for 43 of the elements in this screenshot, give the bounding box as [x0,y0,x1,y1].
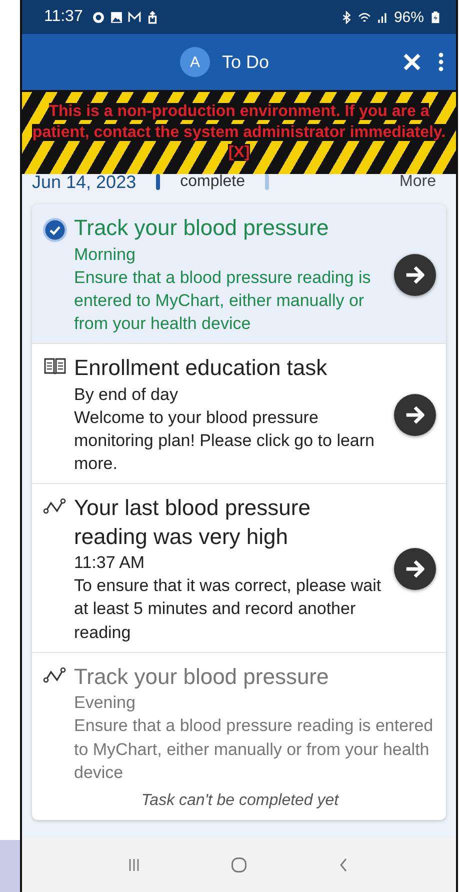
task-item[interactable]: Track your blood pressure Morning Ensure that a blood pressure reading is entered to MyChart, either manually or from your health device [32,204,446,344]
task-item[interactable]: Enrollment education task By end of day Welcome to your blood pressure monitoring plan! Please click go to learn more. [32,344,446,484]
go-button[interactable] [394,394,436,436]
task-title: Track your blood pressure [74,662,330,691]
upload-icon [146,10,159,24]
book-icon [44,357,66,376]
check-icon[interactable] [42,217,68,243]
battery-percent: 96% [394,8,424,26]
image-icon [110,10,123,24]
task-description: Ensure that a blood pressure reading is entered to MyChart, either manually or from your health device [74,715,434,784]
more-link[interactable]: More [400,173,436,191]
battery-icon [429,10,442,24]
notification-icon [92,10,105,24]
date-label: Jun 14, 2023 [32,172,136,192]
go-button[interactable] [394,254,436,296]
task-item[interactable]: Your last blood pressure reading was very high 11:37 AM To ensure that it was correct, please wait at least 5 minutes and record another reading [32,484,446,653]
task-description: Ensure that a blood pressure reading is entered to MyChart, either manually or from your health device [74,266,372,335]
task-time: Morning [74,244,136,266]
page-background [0,840,20,892]
mail-icon [128,10,141,24]
wifi-icon [358,10,371,24]
task-description: Welcome to your blood pressure monitoring plan! Please click go to learn more. [74,406,376,475]
home-icon[interactable] [230,856,248,874]
progress-marker [265,174,270,190]
task-title: Track your blood pressure [74,214,330,242]
task-title: Enrollment education task [74,354,328,382]
screen-title: To Do [222,52,270,72]
close-icon [402,52,422,72]
progress-marker [156,174,160,190]
menu-icon[interactable] [438,52,444,72]
task-title: Your last blood pressure reading was very high [74,494,312,551]
trend-line-icon [43,666,67,684]
clock: 11:37 [44,8,83,26]
task-item[interactable]: Track your blood pressure Evening Ensure that a blood pressure reading is entered to MyChart, either manually or from your health device Task can't be completed yet [32,652,446,820]
task-note: Task can't be completed yet [140,792,340,810]
trend-line-icon [43,497,67,516]
task-time: 11:37 AM [74,552,146,574]
signal-icon [376,10,389,24]
task-description: To ensure that it was correct, please wait at least 5 minutes and record another reading [74,575,382,644]
task-time: By end of day [74,384,179,406]
go-button[interactable] [394,548,436,590]
progress-label: complete [180,173,246,191]
task-time: Evening [74,692,136,714]
